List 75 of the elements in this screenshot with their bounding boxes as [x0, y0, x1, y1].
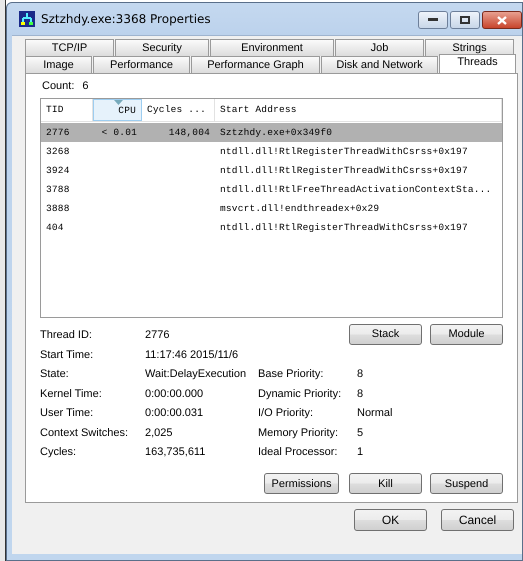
table-cell: ntdll.dll!RtlRegisterThreadWithCsrss+0x197 — [220, 164, 468, 176]
thread-row[interactable]: 3788 ntdll.dll!RtlFreeThreadActivationContextSta... — [41, 180, 502, 199]
dialog-button[interactable]: OK — [354, 509, 427, 531]
tab[interactable]: Image — [25, 56, 92, 73]
thread-row[interactable]: 3268 ntdll.dll!RtlRegisterThreadWithCsrss+0x197 — [41, 142, 502, 161]
field-label: Base Priority: — [258, 368, 324, 380]
table-cell: ntdll.dll!RtlFreeThreadActivationContextSta... — [220, 184, 492, 195]
tab[interactable]: Security — [115, 39, 209, 56]
field-label: State: — [40, 368, 70, 380]
field-value: Normal — [357, 407, 394, 420]
field-value: 5 — [357, 426, 364, 439]
count-value: 6 — [82, 80, 89, 94]
count-label: Count: — [42, 80, 74, 94]
table-cell: 3268 — [46, 146, 70, 157]
table-cell: ntdll.dll!RtlRegisterThreadWithCsrss+0x197 — [220, 146, 468, 157]
tab[interactable]: Strings — [425, 39, 514, 56]
thread-row[interactable]: 3888 msvcrt.dll!endthreadex+0x29 — [41, 198, 502, 218]
field-value: 8 — [357, 388, 364, 400]
action-button[interactable]: Suspend — [430, 473, 503, 494]
field-value: 1 — [357, 446, 364, 458]
thread-row[interactable]: 3924 ntdll.dll!RtlRegisterThreadWithCsrss+0x197 — [41, 160, 502, 180]
field-value: 0:00:00.000 — [145, 388, 204, 400]
app-icon — [19, 11, 35, 27]
minimize-button[interactable] — [418, 11, 448, 29]
column-header[interactable]: Cycles ... — [142, 98, 215, 121]
table-cell: 3788 — [46, 184, 70, 195]
action-button[interactable]: Kill — [349, 473, 422, 494]
field-value: 0:00:00.031 — [145, 407, 204, 420]
field-label: Thread ID: — [40, 329, 93, 342]
column-header[interactable]: Start Address — [215, 98, 502, 121]
table-cell: Sztzhdy.exe+0x349f0 — [220, 126, 332, 138]
table-cell: msvcrt.dll!endthreadex+0x29 — [220, 202, 380, 214]
sort-arrow-icon — [114, 100, 122, 105]
table-cell: 404 — [46, 222, 64, 233]
table-cell: 2776 — [46, 126, 70, 138]
thread-row[interactable]: 2776 < 0.01 148,004 Sztzhdy.exe+0x349f0 — [41, 122, 502, 142]
field-label: Context Switches: — [40, 426, 130, 439]
table-cell: 3888 — [46, 202, 70, 214]
maximize-button[interactable] — [450, 11, 480, 29]
action-button[interactable]: Permissions — [264, 473, 339, 494]
field-label: I/O Priority: — [258, 407, 314, 420]
minimize-icon — [428, 18, 438, 22]
column-header[interactable]: CPU — [93, 98, 142, 121]
tab[interactable]: Environment — [210, 39, 334, 56]
field-value: Wait:DelayExecution — [145, 368, 248, 380]
thread-row[interactable]: 404 ntdll.dll!RtlRegisterThreadWithCsrss+0x197 — [41, 218, 502, 237]
field-label: Kernel Time: — [40, 388, 103, 400]
field-value: 2776 — [145, 329, 170, 342]
dialog-button[interactable]: Cancel — [441, 509, 514, 531]
tab[interactable]: Performance Graph — [191, 56, 320, 73]
close-icon — [497, 16, 507, 24]
action-button[interactable]: Stack — [349, 324, 422, 344]
field-label: Cycles: — [40, 446, 78, 458]
field-value: 11:17:46 2015/11/6 — [145, 348, 240, 361]
field-value: 163,735,611 — [145, 446, 206, 458]
table-cell: ntdll.dll!RtlRegisterThreadWithCsrss+0x197 — [220, 222, 468, 233]
field-value: 2,025 — [145, 426, 174, 439]
action-button[interactable]: Module — [430, 324, 503, 344]
field-label: Ideal Processor: — [258, 446, 338, 458]
table-cell: < 0.01 — [102, 126, 137, 138]
close-button[interactable] — [482, 11, 522, 29]
maximize-icon — [460, 16, 470, 24]
window-title: Sztzhdy.exe:3368 Properties — [41, 12, 212, 26]
field-label: User Time: — [40, 407, 94, 420]
field-label: Memory Priority: — [258, 426, 340, 439]
tab[interactable]: TCP/IP — [25, 39, 114, 56]
tab[interactable]: Disk and Network — [321, 56, 438, 73]
field-label: Dynamic Priority: — [258, 388, 342, 400]
table-cell: 148,004 — [168, 126, 210, 138]
tab[interactable]: Performance — [93, 56, 190, 73]
table-cell: 3924 — [46, 164, 70, 176]
field-label: Start Time: — [40, 348, 94, 361]
tab[interactable]: Threads — [439, 54, 516, 73]
tab[interactable]: Job — [335, 39, 424, 56]
field-value: 8 — [357, 368, 364, 380]
